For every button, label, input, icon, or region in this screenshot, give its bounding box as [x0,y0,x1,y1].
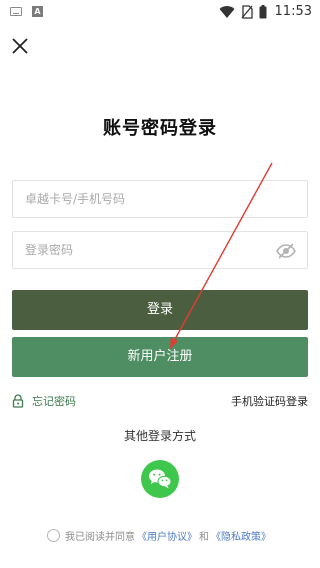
status-bar: A 11:53 [0,0,320,24]
account-input[interactable] [13,181,307,217]
lock-icon [12,394,24,408]
forgot-password-link[interactable]: 忘记密码 [12,393,76,409]
forgot-password-label: 忘记密码 [32,395,76,408]
agreement-and: 和 [199,532,209,543]
password-input[interactable] [13,232,307,268]
wifi-icon [219,5,235,18]
agreement-prefix: 我已阅读并同意 [65,532,135,543]
keyboard-icon [10,7,22,16]
wechat-icon [149,469,172,489]
eye-off-icon [276,243,296,259]
wechat-login-button[interactable] [141,460,179,498]
a-notification-icon: A [32,6,43,17]
privacy-policy-link[interactable]: 《隐私政策》 [211,528,271,543]
no-sim-icon [241,4,253,19]
register-button[interactable]: 新用户注册 [12,337,308,377]
user-agreement-link[interactable]: 《用户协议》 [137,528,197,543]
login-button[interactable]: 登录 [12,290,308,330]
status-time: 11:53 [274,4,312,19]
account-field[interactable] [12,180,308,218]
other-login-label: 其他登录方式 [123,429,196,443]
password-field[interactable] [12,231,308,269]
page-title: 账号密码登录 [103,118,217,139]
battery-icon [259,4,267,18]
sms-login-link[interactable]: 手机验证码登录 [231,393,308,409]
toggle-password-visibility-button[interactable] [275,241,297,261]
close-icon [12,38,28,54]
agreement-row: 我已阅读并同意 《用户协议》 和 《隐私政策》 [0,528,320,543]
agreement-checkbox[interactable] [47,529,60,542]
close-button[interactable] [10,36,30,56]
